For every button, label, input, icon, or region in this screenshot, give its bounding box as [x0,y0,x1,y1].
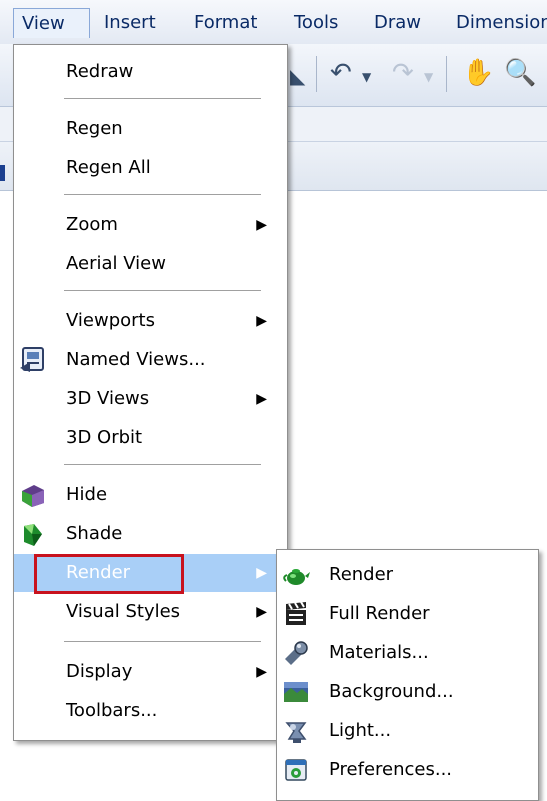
menu-view[interactable]: View [13,8,90,38]
submenu-arrow-icon: ▶ [256,604,267,620]
menu-item-label: 3D Views [66,388,150,409]
menu-item-display[interactable]: Display ▶ [14,653,287,691]
preferences-icon [285,759,307,781]
menu-item-label: Full Render [329,603,430,624]
hide-icon [22,485,44,507]
submenu-item-preferences[interactable]: Preferences... [277,751,538,789]
submenu-item-full-render[interactable]: Full Render [277,595,538,633]
toolbar-separator [446,56,447,92]
submenu-arrow-icon: ▶ [256,217,267,233]
menu-item-regen-all[interactable]: Regen All [14,149,287,187]
menu-item-label: 3D Orbit [66,427,143,448]
menu-separator [64,98,261,99]
menu-bar: View Insert Format Tools Draw Dimension [0,0,547,45]
menu-separator [64,290,261,291]
menu-item-visual-styles[interactable]: Visual Styles ▶ [14,593,287,631]
menu-item-render[interactable]: Render ▶ [14,554,287,594]
submenu-item-render[interactable]: Render [277,556,538,594]
menu-item-label: Viewports [66,310,155,331]
menu-item-label: Visual Styles [66,601,181,622]
menu-item-zoom[interactable]: Zoom ▶ [14,206,287,244]
menu-insert[interactable]: Insert [96,8,164,38]
menu-item-label: Background... [329,681,454,702]
undo-icon[interactable]: ↶ [330,58,352,88]
menu-item-label: Light... [329,720,392,741]
annotation-highlight-box [34,554,184,594]
menu-item-label: Aerial View [66,253,166,274]
menu-separator [64,194,261,195]
menu-separator [64,464,261,465]
menu-item-shade[interactable]: Shade [14,515,287,553]
menu-item-hide[interactable]: Hide [14,476,287,514]
menu-item-redraw[interactable]: Redraw [14,53,287,91]
menu-item-3d-views[interactable]: 3D Views ▶ [14,380,287,418]
submenu-arrow-icon: ▶ [256,664,267,680]
named-views-icon [20,347,44,372]
side-marker [0,165,5,181]
render-submenu: Render Full Render Materials... Backgrou… [276,549,539,801]
menu-item-label: Hide [66,484,108,505]
menu-item-named-views[interactable]: Named Views... [14,341,287,379]
submenu-arrow-icon: ▶ [256,391,267,407]
menu-item-label: Toolbars... [66,700,158,721]
realtime-pan-icon[interactable]: ✋ [462,58,494,88]
teapot-render-icon [283,569,310,585]
shade-icon [24,524,42,546]
redo-dropdown-icon[interactable]: ▼ [424,70,433,84]
background-landscape-icon [284,682,308,702]
menu-item-label: Regen All [66,157,151,178]
menu-item-label: Shade [66,523,123,544]
menu-separator [64,641,261,642]
menu-format[interactable]: Format [186,8,265,38]
clapperboard-icon [286,601,306,625]
menu-item-label: Zoom [66,214,118,235]
undo-dropdown-icon[interactable]: ▼ [362,70,371,84]
menu-item-viewports[interactable]: Viewports ▶ [14,302,287,340]
menu-item-label: Display [66,661,133,682]
menu-item-label: Named Views... [66,349,206,370]
toolbar-separator [316,56,317,92]
menu-item-regen[interactable]: Regen [14,110,287,148]
menu-item-label: Redraw [66,61,134,82]
submenu-item-light[interactable]: Light... [277,712,538,750]
view-menu: Redraw Regen Regen All Zoom ▶ Aerial Vie… [13,44,288,741]
menu-item-label: Materials... [329,642,429,663]
submenu-item-materials[interactable]: Materials... [277,634,538,672]
menu-item-label: Regen [66,118,123,139]
materials-icon [285,641,308,665]
pan-icon[interactable]: ◣ [290,64,305,88]
menu-dimension[interactable]: Dimension [448,8,547,38]
menu-item-toolbars[interactable]: Toolbars... [14,692,287,730]
menu-item-3d-orbit[interactable]: 3D Orbit [14,419,287,457]
zoom-realtime-icon[interactable]: 🔍 [504,58,536,88]
submenu-item-background[interactable]: Background... [277,673,538,711]
menu-item-aerial-view[interactable]: Aerial View [14,245,287,283]
menu-tools[interactable]: Tools [286,8,346,38]
submenu-arrow-icon: ▶ [256,565,267,581]
menu-item-label: Render [329,564,394,585]
light-icon [285,722,307,743]
redo-icon[interactable]: ↷ [392,58,414,88]
menu-draw[interactable]: Draw [366,8,429,38]
submenu-arrow-icon: ▶ [256,313,267,329]
menu-item-label: Preferences... [329,759,453,780]
